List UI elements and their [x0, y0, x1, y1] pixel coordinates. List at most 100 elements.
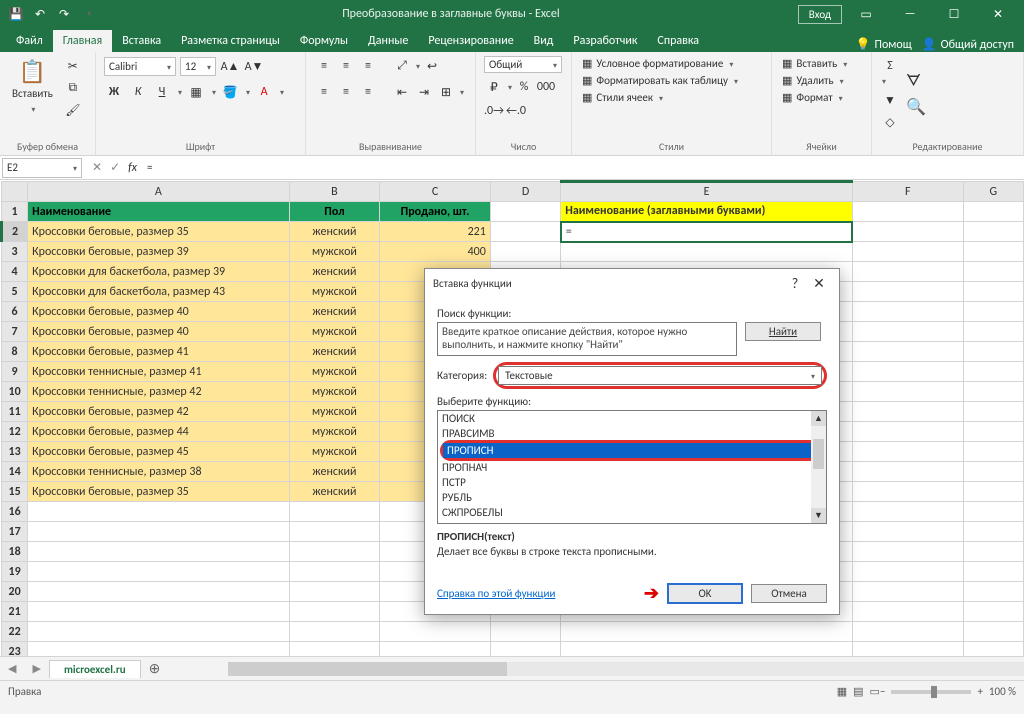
cell[interactable]: Наименование (заглавными буквами): [561, 202, 853, 222]
conditional-formatting-button[interactable]: ▦Условное форматирование: [580, 56, 763, 71]
cell[interactable]: [963, 322, 1023, 342]
border-icon[interactable]: ▦: [186, 82, 206, 102]
tab-home[interactable]: Главная: [53, 30, 112, 52]
cell[interactable]: женский: [289, 262, 380, 282]
cell[interactable]: мужской: [289, 282, 380, 302]
currency-more[interactable]: [506, 80, 512, 94]
function-item[interactable]: ПРАВСИМВ: [438, 426, 826, 441]
cell[interactable]: Кроссовки беговые, размер 44: [28, 422, 290, 442]
column-headers[interactable]: A B C D E F G: [2, 182, 1024, 202]
cell[interactable]: [963, 622, 1023, 642]
cell[interactable]: [289, 622, 380, 642]
cell[interactable]: [561, 622, 853, 642]
row-header[interactable]: 5: [2, 282, 28, 302]
align-middle-icon[interactable]: ≡: [336, 56, 356, 76]
function-item-selected[interactable]: ПРОПИСН: [443, 443, 821, 458]
cell[interactable]: Пол: [289, 202, 380, 222]
cell[interactable]: [852, 402, 963, 422]
tab-review[interactable]: Рецензирование: [418, 30, 523, 52]
cell[interactable]: женский: [289, 462, 380, 482]
row-header[interactable]: 9: [2, 362, 28, 382]
cell[interactable]: 400: [380, 242, 491, 262]
zoom-in-icon[interactable]: +: [977, 685, 982, 698]
cell[interactable]: 221: [380, 222, 491, 242]
cell[interactable]: [852, 202, 963, 222]
col-header-B[interactable]: B: [289, 182, 380, 202]
col-header-G[interactable]: G: [963, 182, 1023, 202]
cell[interactable]: [963, 482, 1023, 502]
autosum-more[interactable]: [880, 74, 900, 88]
align-left-icon[interactable]: ≡: [314, 82, 334, 102]
cell[interactable]: [852, 262, 963, 282]
category-combo[interactable]: Текстовые: [498, 366, 822, 385]
cell[interactable]: [852, 582, 963, 602]
cell[interactable]: [963, 382, 1023, 402]
function-item[interactable]: ПОИСК: [438, 411, 826, 426]
cell[interactable]: [963, 602, 1023, 622]
cell[interactable]: Кроссовки беговые, размер 35: [28, 482, 290, 502]
fill-color-icon[interactable]: 🪣: [220, 82, 240, 102]
cell[interactable]: [963, 362, 1023, 382]
decrease-decimal-icon[interactable]: ←.0: [506, 101, 526, 121]
cell[interactable]: [852, 442, 963, 462]
cell[interactable]: мужской: [289, 422, 380, 442]
row-header[interactable]: 3: [2, 242, 28, 262]
find-select-icon[interactable]: 🔍: [906, 97, 926, 117]
cell[interactable]: женский: [289, 482, 380, 502]
cell[interactable]: [852, 242, 963, 262]
cell[interactable]: [963, 462, 1023, 482]
horizontal-scrollbar[interactable]: [168, 662, 1024, 676]
cell[interactable]: [852, 282, 963, 302]
percent-icon[interactable]: %: [514, 77, 534, 97]
tab-page-layout[interactable]: Разметка страницы: [171, 30, 290, 52]
cell[interactable]: [963, 342, 1023, 362]
cell[interactable]: Кроссовки беговые, размер 41: [28, 342, 290, 362]
increase-font-icon[interactable]: A▲: [220, 56, 240, 76]
cell[interactable]: [963, 222, 1023, 242]
row-header[interactable]: 23: [2, 642, 28, 657]
cell[interactable]: [561, 242, 853, 262]
align-top-icon[interactable]: ≡: [314, 56, 334, 76]
cell[interactable]: мужской: [289, 322, 380, 342]
insert-cells-button[interactable]: ▦Вставить: [780, 56, 863, 71]
new-sheet-icon[interactable]: ⊕: [141, 660, 169, 677]
cancel-button[interactable]: Отмена: [751, 584, 827, 603]
number-format-combo[interactable]: Общий: [484, 56, 562, 73]
cell[interactable]: [28, 522, 290, 542]
cell[interactable]: [852, 462, 963, 482]
scroll-down-icon[interactable]: ▼: [811, 508, 826, 523]
row-header[interactable]: 7: [2, 322, 28, 342]
cell[interactable]: [289, 562, 380, 582]
cell[interactable]: [289, 642, 380, 657]
merge-icon[interactable]: ⊞: [436, 82, 456, 102]
cell[interactable]: [852, 522, 963, 542]
tab-file[interactable]: Файл: [6, 30, 53, 52]
orientation-more[interactable]: [414, 59, 420, 73]
cell[interactable]: [852, 562, 963, 582]
cell[interactable]: Кроссовки для баскетбола, размер 43: [28, 282, 290, 302]
tab-developer[interactable]: Разработчик: [563, 30, 647, 52]
cell[interactable]: [963, 302, 1023, 322]
col-header-E[interactable]: E: [561, 182, 853, 202]
row-header[interactable]: 10: [2, 382, 28, 402]
qat-more-icon[interactable]: [80, 6, 96, 22]
comma-icon[interactable]: 000: [536, 77, 556, 97]
undo-icon[interactable]: ↶: [32, 6, 48, 22]
name-box[interactable]: E2: [2, 158, 82, 178]
cell-styles-button[interactable]: ▦Стили ячеек: [580, 90, 763, 105]
cell[interactable]: [963, 562, 1023, 582]
copy-icon[interactable]: ⧉: [63, 78, 83, 98]
maximize-icon[interactable]: ☐: [934, 0, 974, 28]
cell[interactable]: [490, 642, 560, 657]
cell[interactable]: [289, 582, 380, 602]
clear-icon[interactable]: ◇: [880, 112, 900, 132]
function-item[interactable]: ПСТР: [438, 475, 826, 490]
cell[interactable]: женский: [289, 222, 380, 242]
autosum-icon[interactable]: Σ: [880, 56, 900, 76]
tab-formulas[interactable]: Формулы: [290, 30, 358, 52]
sort-filter-icon[interactable]: ᗊ: [906, 72, 926, 91]
view-normal-icon[interactable]: ▦: [837, 685, 847, 698]
view-page-break-icon[interactable]: ▭: [870, 685, 880, 698]
row-header[interactable]: 17: [2, 522, 28, 542]
cell[interactable]: мужской: [289, 382, 380, 402]
